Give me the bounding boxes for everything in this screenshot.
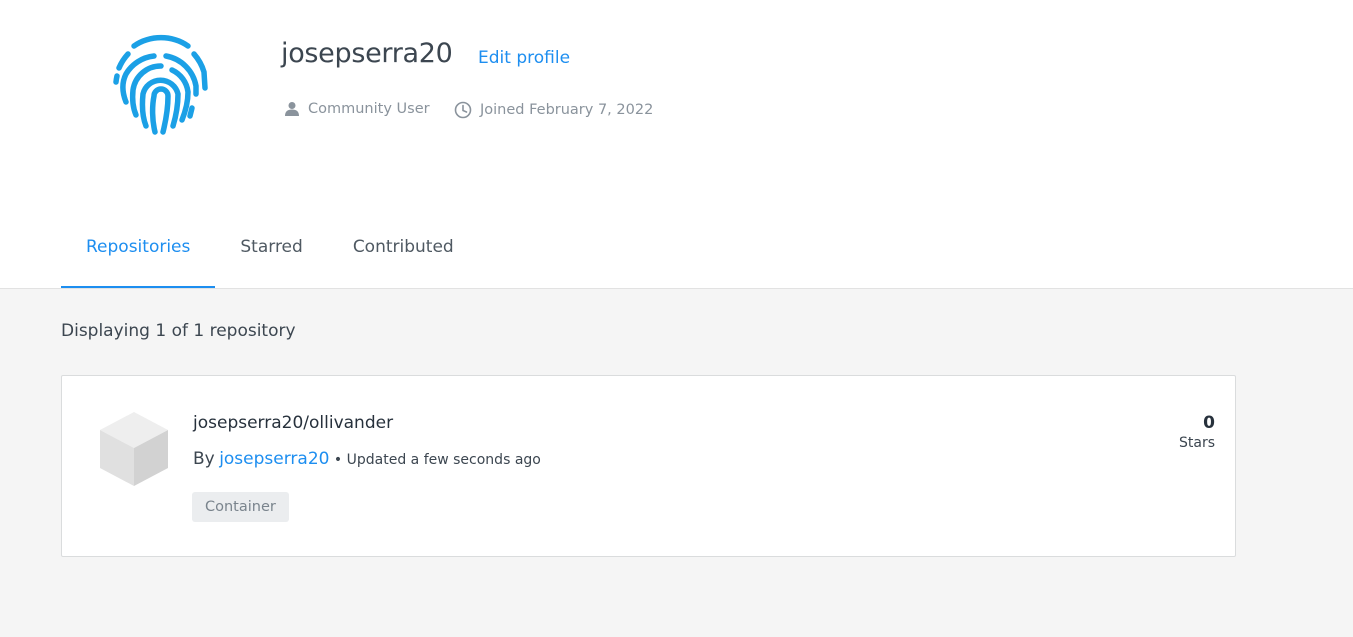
- repository-count: Displaying 1 of 1 repository: [61, 321, 296, 341]
- repository-stars: 0 Stars: [1179, 413, 1215, 451]
- repository-by-label: By: [193, 449, 215, 469]
- edit-profile-link[interactable]: Edit profile: [478, 48, 570, 68]
- profile-role: Community User: [284, 101, 430, 117]
- profile-role-text: Community User: [308, 101, 430, 117]
- tab-starred[interactable]: Starred: [215, 221, 327, 288]
- user-icon: [285, 102, 299, 116]
- repository-meta: By josepserra20 • Updated a few seconds …: [193, 449, 541, 469]
- profile-joined-text: Joined February 7, 2022: [480, 102, 654, 118]
- tab-repositories[interactable]: Repositories: [61, 221, 216, 288]
- stars-count: 0: [1203, 413, 1215, 433]
- repository-type-badge: Container: [192, 492, 289, 522]
- clock-icon: [454, 101, 472, 119]
- repository-name[interactable]: josepserra20/ollivander: [193, 413, 393, 433]
- tab-contributed[interactable]: Contributed: [328, 221, 479, 288]
- profile-joined: Joined February 7, 2022: [454, 101, 653, 119]
- profile-username: josepserra20: [281, 38, 453, 69]
- stars-label: Stars: [1178, 435, 1215, 451]
- repository-card[interactable]: josepserra20/ollivander By josepserra20 …: [61, 375, 1236, 557]
- cube-icon: [100, 412, 168, 486]
- profile-header: josepserra20 Edit profile Community User…: [0, 0, 1353, 289]
- profile-tabs: Repositories Starred Contributed: [61, 221, 479, 288]
- repository-updated: • Updated a few seconds ago: [333, 452, 541, 468]
- repository-listing: Displaying 1 of 1 repository josepserra2…: [0, 288, 1353, 637]
- fingerprint-icon: [106, 30, 216, 136]
- repository-owner-link[interactable]: josepserra20: [219, 449, 329, 469]
